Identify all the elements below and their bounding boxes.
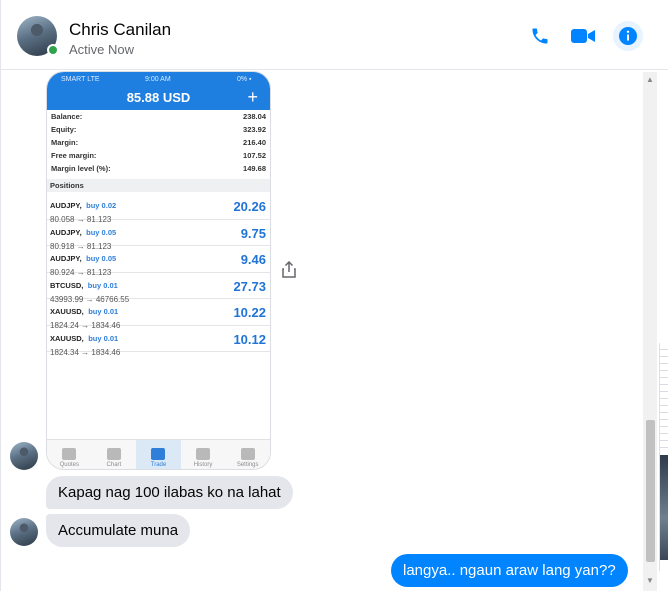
- account-row: Free margin: 107.52: [51, 151, 266, 160]
- tab-trade: Trade: [136, 440, 181, 469]
- account-row: Margin level (%): 149.68: [51, 164, 266, 173]
- position-profit: 9.75: [240, 225, 266, 241]
- position-row: BTCUSD, buy 0.01 43993.99 → 46766.55 27.…: [47, 273, 270, 304]
- settings-icon: [240, 448, 255, 460]
- battery-text: 0% ▪: [237, 75, 252, 83]
- account-row: Balance: 238.04: [51, 112, 266, 121]
- messenger-chat-window: Chris Canilan Active Now SMART LTE 9:00 …: [0, 0, 668, 591]
- media-thumbnail[interactable]: [660, 455, 668, 560]
- scroll-down-arrow[interactable]: ▼: [646, 576, 654, 585]
- sender-avatar[interactable]: [10, 442, 38, 470]
- conversation-info-button[interactable]: [613, 21, 643, 51]
- position-profit: 27.73: [233, 278, 266, 294]
- position-row: XAUUSD, buy 0.01 1824.34 → 1834.46 10.12: [47, 326, 270, 357]
- share-icon: [282, 260, 296, 278]
- outgoing-message[interactable]: langya.. ngaun araw lang yan??: [391, 554, 628, 587]
- video-camera-icon: [571, 29, 595, 43]
- contact-avatar[interactable]: [17, 16, 59, 56]
- sender-avatar[interactable]: [10, 518, 38, 546]
- chat-header: Chris Canilan Active Now: [1, 0, 668, 70]
- position-profit: 10.12: [233, 331, 266, 347]
- tab-chart: Chart: [92, 440, 137, 469]
- share-button[interactable]: [281, 260, 297, 279]
- account-summary: Balance: 238.04 Equity: 323.92 Margin: 216.…: [47, 112, 270, 177]
- account-row: Equity: 323.92: [51, 125, 266, 134]
- position-profit: 20.26: [233, 199, 266, 214]
- incoming-message[interactable]: Kapag nag 100 ilabas ko na lahat: [46, 476, 293, 509]
- shared-media-thumbnails[interactable]: [659, 343, 668, 571]
- trade-icon: [151, 448, 166, 460]
- positions-heading: Positions: [47, 179, 270, 192]
- position-row: XAUUSD, buy 0.01 1824.24 → 1834.46 10.22: [47, 299, 270, 330]
- time-text: 9:00 AM: [145, 75, 171, 83]
- plus-icon: +: [247, 87, 258, 107]
- position-row: AUDJPY, buy 0.05 80.918 → 81.123 9.75: [47, 220, 270, 251]
- phone-icon: [532, 28, 548, 44]
- position-profit: 9.46: [240, 252, 266, 267]
- trade-nav-bar: 85.88 USD +: [47, 86, 270, 110]
- scrollbar-thumb[interactable]: [646, 420, 655, 562]
- incoming-message[interactable]: Accumulate muna: [46, 514, 191, 547]
- scroll-up-arrow[interactable]: ▲: [646, 75, 654, 84]
- phone-status-bar: SMART LTE 9:00 AM 0% ▪: [47, 72, 270, 86]
- online-status-indicator: [47, 44, 59, 56]
- history-icon: [196, 448, 211, 460]
- account-row: Margin: 216.40: [51, 138, 266, 147]
- app-tab-bar: Quotes Chart Trade History Settings: [47, 439, 270, 469]
- carrier-text: SMART LTE: [61, 75, 100, 83]
- video-call-button[interactable]: [569, 22, 597, 50]
- tab-quotes: Quotes: [47, 440, 92, 469]
- balance-title: 85.88 USD: [126, 90, 191, 105]
- position-profit: 10.22: [233, 305, 266, 320]
- tab-settings: Settings: [225, 440, 270, 469]
- positions-list: AUDJPY, buy 0.02 80.058 → 81.123 20.26 A…: [47, 193, 270, 357]
- info-icon: [619, 27, 637, 45]
- contact-name[interactable]: Chris Canilan: [69, 20, 171, 40]
- shared-image-message[interactable]: SMART LTE 9:00 AM 0% ▪ 85.88 USD + Balan…: [46, 71, 271, 470]
- media-thumbnail[interactable]: [660, 343, 668, 453]
- contact-status: Active Now: [69, 42, 135, 57]
- voice-call-button[interactable]: [526, 22, 554, 50]
- position-row: AUDJPY, buy 0.05 80.924 → 81.123 9.46: [47, 246, 270, 277]
- tab-history: History: [181, 440, 226, 469]
- position-row: AUDJPY, buy 0.02 80.058 → 81.123 20.26: [47, 193, 270, 224]
- chart-icon: [106, 448, 121, 460]
- quotes-icon: [62, 448, 77, 460]
